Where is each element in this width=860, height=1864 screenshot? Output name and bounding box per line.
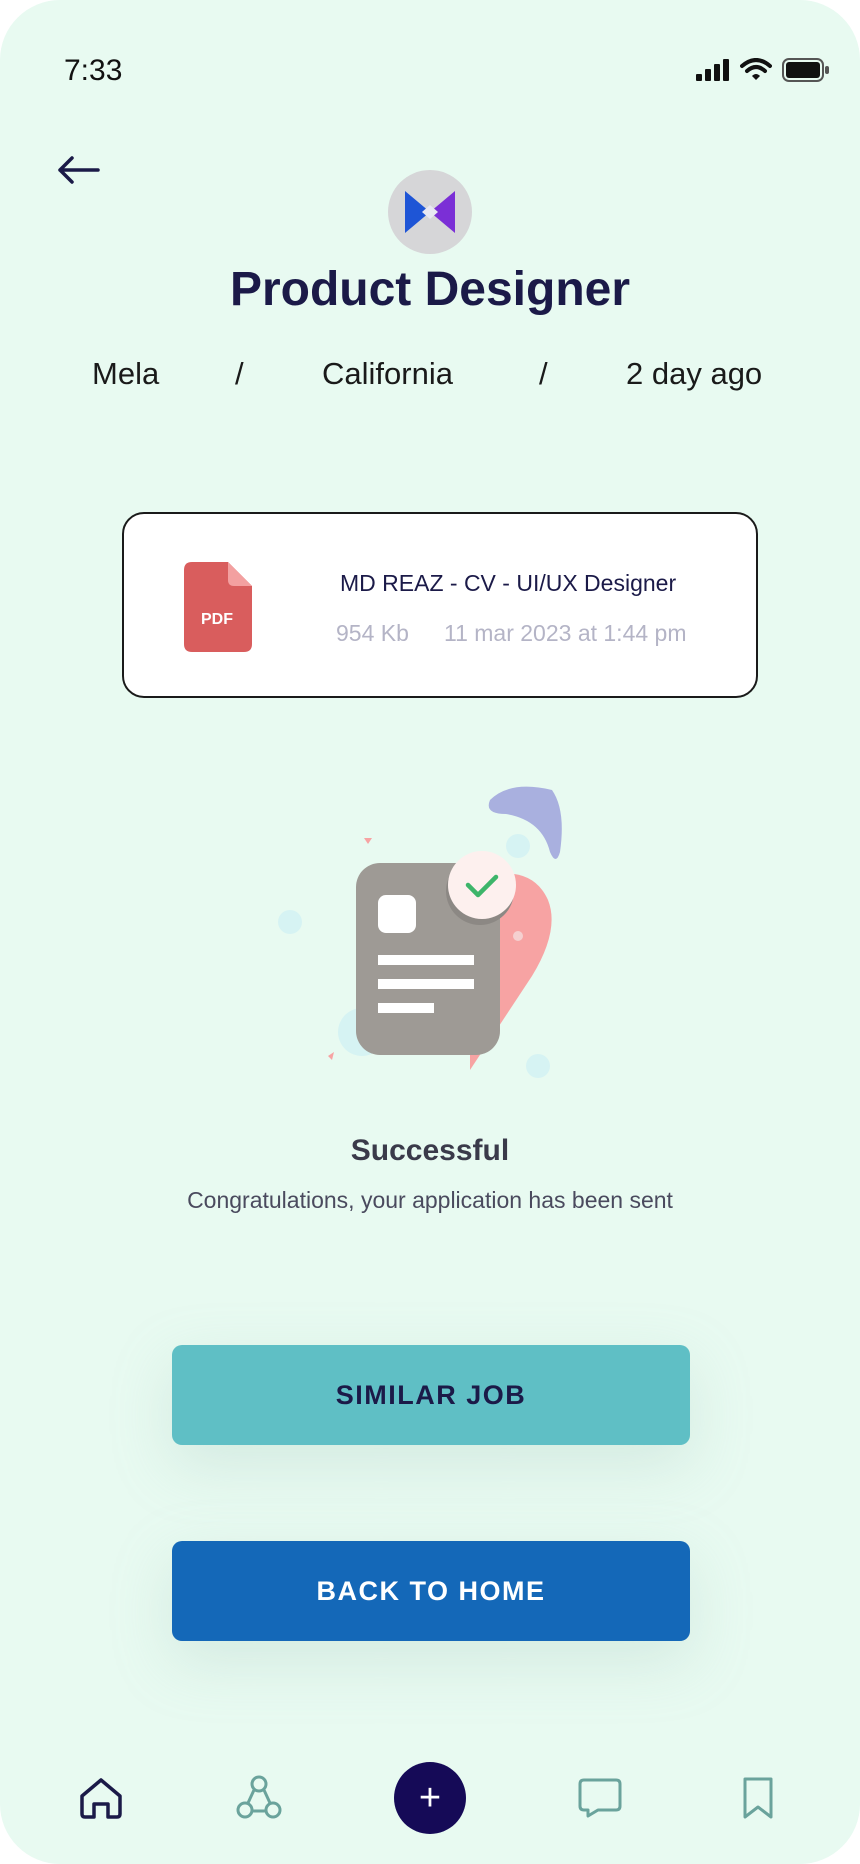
success-message: Congratulations, your application has be…	[187, 1187, 673, 1213]
tab-home[interactable]	[78, 1776, 124, 1820]
file-size: 954 Kb	[336, 620, 409, 646]
meta-separator: /	[235, 356, 244, 391]
success-illustration	[278, 786, 562, 1078]
pdf-file-icon: PDF	[184, 562, 252, 657]
cellular-signal-icon	[696, 59, 729, 81]
similar-job-button[interactable]: SIMILAR JOB	[172, 1345, 690, 1445]
back-button[interactable]	[54, 150, 104, 190]
company-name: Mela	[92, 356, 160, 391]
job-location: California	[322, 356, 453, 391]
phone-screen: 7:33 Product Designer Mela / California …	[0, 0, 860, 1864]
file-upload-date: 11 mar 2023 at 1:44 pm	[444, 620, 687, 646]
status-icons	[696, 58, 830, 82]
status-time: 7:33	[64, 54, 123, 87]
community-icon	[236, 1775, 282, 1819]
file-name: MD REAZ - CV - UI/UX Designer	[340, 570, 677, 596]
company-logo	[388, 170, 472, 254]
company-logo-icon	[405, 191, 455, 233]
add-button[interactable]: +	[394, 1762, 466, 1834]
tab-community[interactable]	[236, 1774, 282, 1820]
success-title: Successful	[350, 1134, 510, 1167]
meta-separator: /	[539, 356, 548, 391]
tab-saved[interactable]	[740, 1776, 776, 1820]
pdf-label: PDF	[201, 611, 233, 628]
arrow-left-icon	[58, 156, 100, 184]
attached-cv-card[interactable]: PDF MD REAZ - CV - UI/UX Designer 954 Kb…	[122, 512, 758, 698]
home-icon	[80, 1778, 122, 1819]
wifi-icon	[740, 58, 772, 80]
posted-time: 2 day ago	[626, 356, 763, 391]
chat-icon	[578, 1778, 622, 1818]
bottom-tab-bar: +	[0, 1740, 860, 1860]
battery-icon	[782, 58, 829, 82]
bookmark-icon	[743, 1777, 773, 1819]
job-title: Product Designer	[229, 263, 631, 316]
tab-messages[interactable]	[578, 1778, 622, 1818]
back-to-home-button[interactable]: BACK TO HOME	[172, 1541, 690, 1641]
